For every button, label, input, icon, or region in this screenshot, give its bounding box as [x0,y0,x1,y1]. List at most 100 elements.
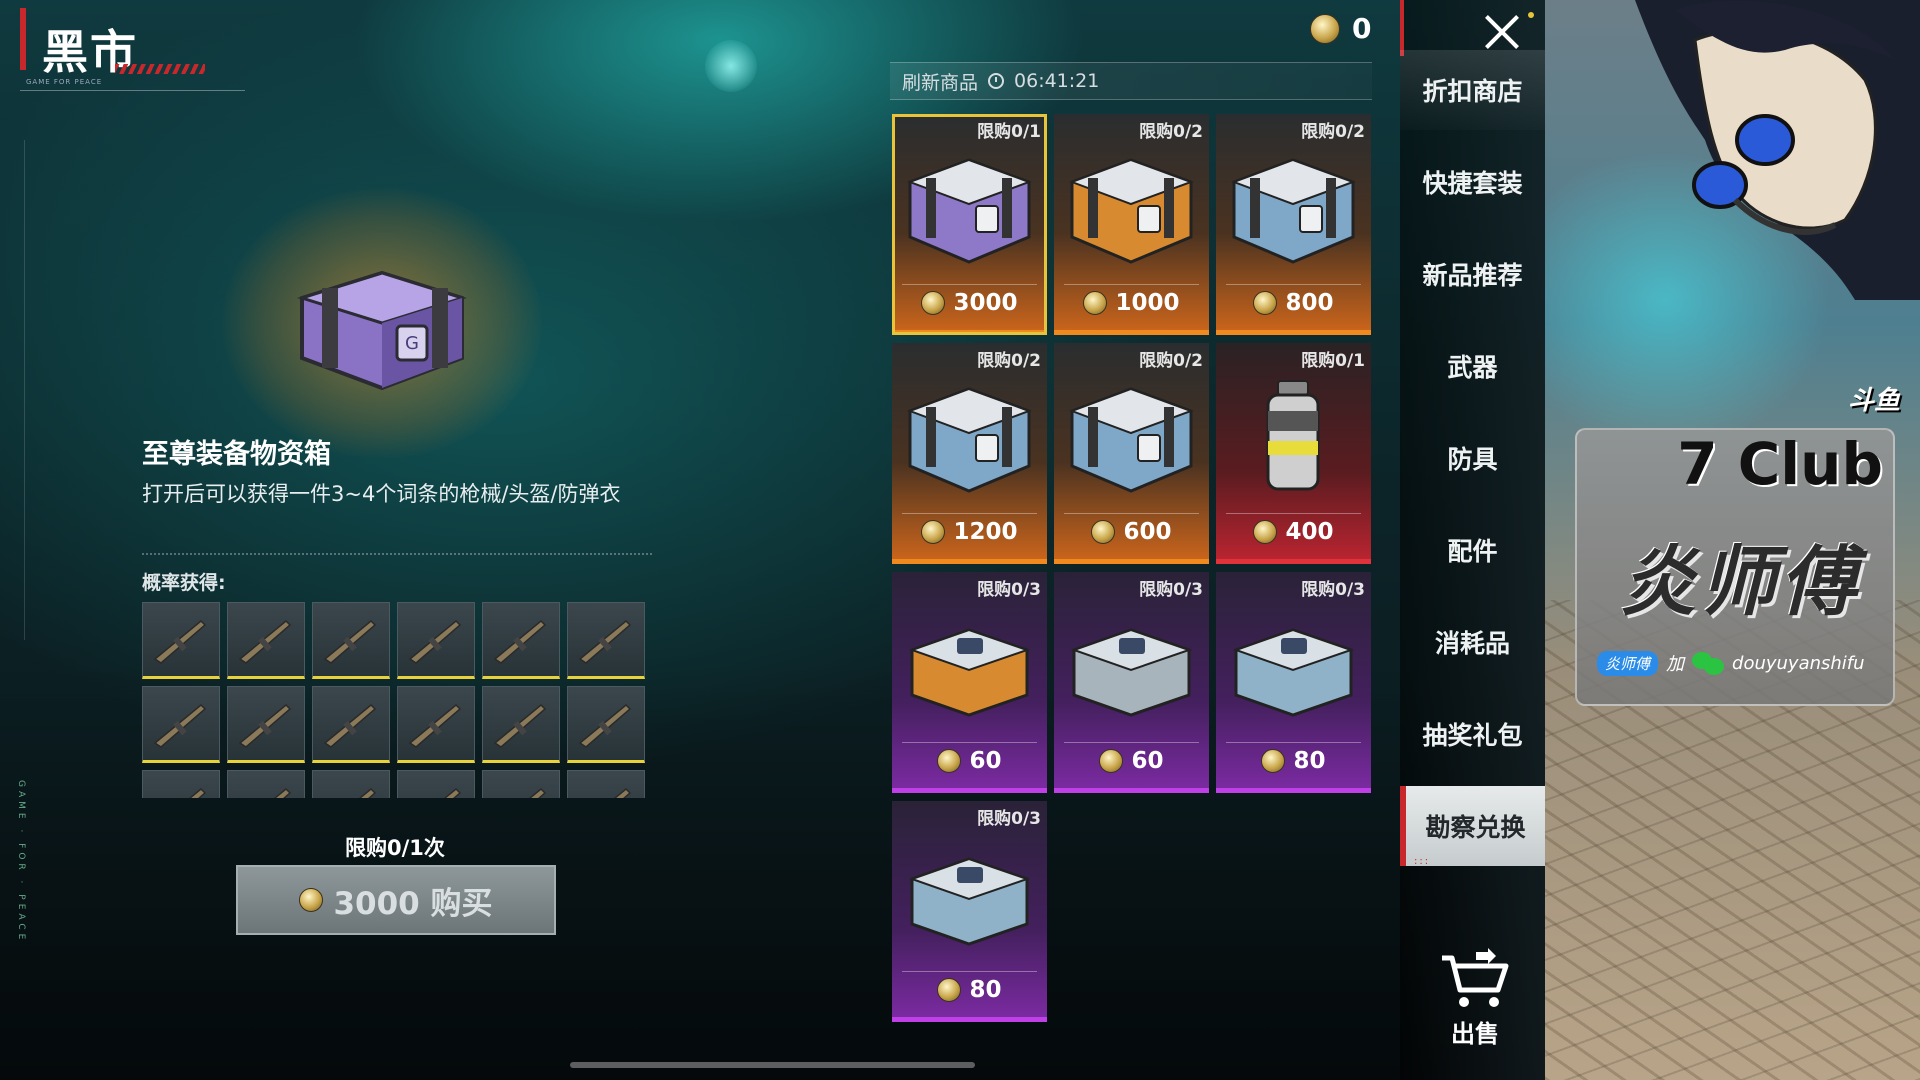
reward-item[interactable] [482,686,560,763]
nav-item[interactable]: 折扣商店 [1400,50,1545,130]
reward-item[interactable] [567,602,645,679]
page-header: 黑市 GAME FOR PEACE [20,8,250,91]
club-name: 7 Club [1677,430,1883,498]
reward-item[interactable] [482,602,560,679]
item-price: 80 [892,977,1047,1003]
price-value: 400 [1285,519,1334,545]
item-description: 打开后可以获得一件3~4个词条的枪械/头盔/防弹衣 [142,482,621,506]
blue-box-icon [1232,628,1355,717]
nav-item[interactable]: 武器 [1400,326,1545,406]
reward-item[interactable] [142,686,220,763]
coin-icon [1310,13,1340,44]
title-underline [20,90,245,91]
rifle-icon [493,619,547,664]
item-price: 1000 [1054,290,1209,316]
rifle-icon [238,619,292,664]
rifle-icon [323,703,377,748]
card-divider [1064,742,1199,743]
reward-item[interactable] [567,686,645,763]
coin-icon [921,520,946,544]
buy-button-label: 3000 购买 [333,885,493,922]
shop-item-card[interactable]: 限购0/2 600 [1054,343,1209,564]
reward-item[interactable] [312,686,390,763]
coin-icon [937,978,962,1002]
rifle-icon [408,619,462,664]
probability-label: 概率获得: [142,572,226,594]
orange-box-icon [908,628,1031,717]
coin-icon [1091,520,1116,544]
item-limit: 限购0/3 [977,580,1041,600]
club-card: 7 Club 炎师傅 炎师傅 加 douyuyanshifu [1575,428,1895,706]
title-accent [20,8,26,70]
rifle-icon [578,703,632,748]
rifle-icon [323,619,377,664]
coin-icon [1083,291,1108,315]
rifle-icon [528,787,547,798]
shop-item-card[interactable]: 限购0/2 1200 [892,343,1047,564]
reward-item[interactable] [142,602,220,679]
svg-text:G: G [405,333,419,354]
nav-item[interactable]: 勘察兑换 [1400,786,1545,866]
rifle-icon [238,703,292,748]
wechat-icon [1692,650,1725,676]
notification-dot [1528,12,1534,18]
nav-item[interactable]: 新品推荐 [1400,234,1545,314]
buy-button[interactable]: 3000 购买 [236,865,556,935]
reward-item[interactable] [227,770,305,798]
rifle-icon [493,703,547,748]
reward-item[interactable] [227,686,305,763]
card-divider [1064,513,1199,514]
shop-item-card[interactable]: 限购0/3 80 [1216,572,1371,793]
close-icon[interactable] [1478,8,1526,56]
rifle-icon [153,619,207,664]
reward-item[interactable] [227,602,305,679]
nav-item[interactable]: 抽奖礼包 [1400,694,1545,774]
shop-item-card[interactable]: 限购0/1 400 [1216,343,1371,564]
ceiling-light [705,40,757,92]
shop-item-card[interactable]: 限购0/2 1000 [1054,114,1209,335]
shop-item-card[interactable]: 限购0/3 60 [892,572,1047,793]
item-price: 3000 [892,290,1047,316]
reward-item[interactable] [567,770,645,798]
coin-icon [1253,520,1278,544]
price-value: 800 [1285,290,1334,316]
item-price: 400 [1216,519,1371,545]
reward-item[interactable] [397,686,475,763]
coin-icon [921,291,946,315]
reward-item[interactable] [397,602,475,679]
reward-item[interactable] [397,770,475,798]
card-divider [1064,284,1199,285]
price-value: 80 [1293,748,1326,774]
card-divider [1226,742,1361,743]
item-price: 80 [1216,748,1371,774]
reward-item[interactable] [142,770,220,798]
cart-icon [1442,948,1509,1007]
reward-item[interactable] [482,770,560,798]
shop-item-card[interactable]: 限购0/3 80 [892,801,1047,1022]
item-price: 1200 [892,519,1047,545]
rifle-icon [578,619,632,664]
shop-item-card[interactable]: 限购0/3 60 [1054,572,1209,793]
sell-button[interactable]: 出售 [1430,948,1520,1048]
shop-item-card[interactable]: 限购0/2 800 [1216,114,1371,335]
shop-item-card[interactable]: 限购0/1 3000 [892,114,1047,335]
coin-icon [937,749,962,773]
item-name: 至尊装备物资箱 [142,439,331,470]
nav-item[interactable]: 消耗品 [1400,602,1545,682]
rifle-icon [408,703,462,748]
nav-item[interactable]: 快捷套装 [1400,142,1545,222]
nav-item[interactable]: 配件 [1400,510,1545,590]
reward-item[interactable] [312,770,390,798]
blue-box-icon [908,857,1031,946]
streamer-avatar [1635,0,1920,300]
rifle-icon [273,787,292,798]
reward-item[interactable] [312,602,390,679]
nav-item[interactable]: 防具 [1400,418,1545,498]
side-brand-text: GAME · FOR · PEACE [16,780,26,944]
gray-box-icon [1070,628,1193,717]
title-stripes [115,64,205,74]
coin-icon [1253,291,1278,315]
card-divider [1226,513,1361,514]
price-value: 3000 [953,290,1018,316]
refresh-timer: 06:41:21 [1014,70,1100,92]
